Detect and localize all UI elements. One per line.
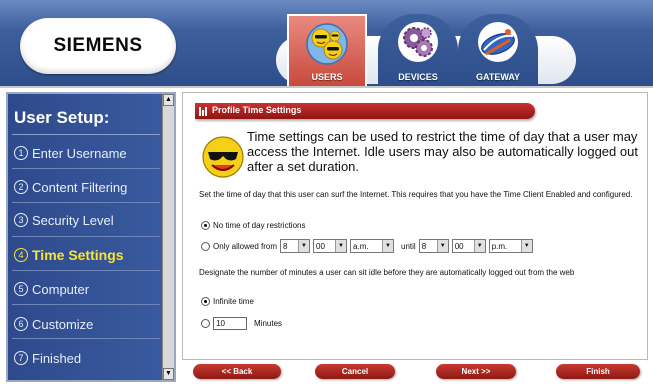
- radio-only-allowed[interactable]: [201, 241, 210, 251]
- step-number: 6: [14, 317, 28, 331]
- idle-minutes-row: 10 Minutes: [201, 317, 282, 330]
- intro-text: Time settings can be used to restrict th…: [247, 129, 638, 174]
- section-title: Profile Time Settings: [212, 105, 302, 115]
- step-customize[interactable]: 6 Customize: [14, 313, 164, 335]
- step-label: Enter Username: [32, 145, 127, 161]
- sidebar-scrollbar[interactable]: ▲ ▼: [162, 94, 174, 380]
- intro-block: Time settings can be used to restrict th…: [199, 129, 645, 179]
- select-value: p.m.: [491, 241, 508, 251]
- step-computer[interactable]: 5 Computer: [14, 278, 164, 300]
- step-content-filtering[interactable]: 2 Content Filtering: [14, 176, 164, 198]
- step-number: 1: [14, 146, 28, 160]
- time-description: Set the time of day that this user can s…: [199, 190, 633, 199]
- tab-devices-label: DEVICES: [398, 72, 438, 82]
- users-smileys-icon: [306, 23, 348, 65]
- step-label: Finished: [32, 350, 82, 366]
- gateway-router-icon: [478, 22, 518, 62]
- app-header: SIEMENS USERS DEVICES GATEWAY: [0, 0, 653, 88]
- chevron-down-icon: ▼: [520, 240, 532, 252]
- step-number: 3: [14, 213, 28, 227]
- tab-gateway[interactable]: GATEWAY: [458, 14, 538, 86]
- step-number: 2: [14, 180, 28, 194]
- step-finished[interactable]: 7 Finished: [14, 347, 164, 369]
- step-label: Computer: [32, 281, 90, 297]
- step-number: 5: [14, 282, 28, 296]
- back-button[interactable]: << Back: [193, 364, 281, 379]
- step-security-level[interactable]: 3 Security Level: [14, 209, 164, 231]
- radio-infinite-time[interactable]: [201, 297, 210, 306]
- from-minute-select[interactable]: 00 ▼: [313, 239, 348, 253]
- radio-idle-minutes[interactable]: [201, 319, 210, 328]
- step-label: Customize: [32, 316, 94, 332]
- divider: [12, 168, 160, 169]
- main-panel: Profile Time Settings Time settings can …: [182, 92, 648, 360]
- step-number: 7: [14, 351, 28, 365]
- step-label: Content Filtering: [32, 179, 128, 195]
- radio-label: No time of day restrictions: [213, 221, 306, 230]
- to-hour-select[interactable]: 8 ▼: [418, 239, 449, 253]
- sidebar-title: User Setup:: [14, 108, 110, 127]
- step-time-settings[interactable]: 4 Time Settings: [14, 244, 164, 266]
- siemens-logo: SIEMENS: [20, 18, 176, 74]
- tab-devices[interactable]: DEVICES: [378, 14, 458, 86]
- no-restriction-row: No time of day restrictions: [201, 221, 305, 230]
- logo-text: SIEMENS: [53, 35, 143, 56]
- step-number: 4: [14, 248, 28, 262]
- devices-gears-icon: [398, 22, 438, 62]
- section-bars-icon: [199, 107, 209, 116]
- divider: [12, 236, 160, 237]
- tab-gateway-label: GATEWAY: [475, 72, 520, 82]
- select-value: 00: [454, 241, 464, 251]
- select-value: 8: [421, 241, 427, 251]
- until-label: until: [401, 241, 416, 251]
- select-value: 00: [316, 241, 325, 251]
- chevron-down-icon: ▼: [335, 240, 347, 252]
- radio-no-restrictions[interactable]: [201, 221, 210, 230]
- next-button[interactable]: Next >>: [436, 364, 516, 379]
- step-enter-username[interactable]: 1 Enter Username: [14, 142, 164, 164]
- tab-users[interactable]: USERS: [287, 14, 367, 86]
- chevron-down-icon: ▼: [298, 240, 310, 252]
- tab-users-label: USERS: [311, 72, 343, 82]
- wizard-sidebar: User Setup: 1 Enter Username 2 Content F…: [6, 92, 176, 382]
- select-value: a.m.: [353, 241, 369, 251]
- to-minute-select[interactable]: 00 ▼: [451, 239, 486, 253]
- step-label: Time Settings: [32, 247, 124, 263]
- chevron-down-icon: ▼: [382, 240, 394, 252]
- from-ampm-select[interactable]: a.m. ▼: [350, 239, 395, 253]
- infinite-time-row: Infinite time: [201, 297, 254, 306]
- scroll-up-arrow[interactable]: ▲: [163, 94, 174, 106]
- to-ampm-select[interactable]: p.m. ▼: [488, 239, 533, 253]
- chevron-down-icon: ▼: [473, 240, 485, 252]
- step-label: Security Level: [32, 212, 114, 228]
- select-value: 8: [283, 241, 288, 251]
- cool-smiley-icon: [202, 136, 244, 178]
- idle-description: Designate the number of minutes a user c…: [199, 268, 575, 277]
- radio-label: Infinite time: [213, 297, 254, 306]
- divider: [12, 270, 160, 271]
- divider: [12, 304, 160, 305]
- chevron-down-icon: ▼: [436, 240, 448, 252]
- scroll-down-arrow[interactable]: ▼: [163, 368, 174, 380]
- finish-button[interactable]: Finish: [556, 364, 640, 379]
- cancel-button[interactable]: Cancel: [315, 364, 395, 379]
- idle-minutes-input[interactable]: 10: [213, 317, 247, 330]
- section-header-bar: Profile Time Settings: [195, 103, 535, 119]
- divider: [12, 202, 160, 203]
- time-range-row: Only allowed from 8 ▼ 00 ▼ a.m. ▼ until …: [201, 239, 533, 253]
- divider: [12, 338, 160, 339]
- divider: [12, 134, 160, 135]
- minutes-label: Minutes: [254, 319, 283, 328]
- from-hour-select[interactable]: 8 ▼: [280, 239, 311, 253]
- radio-label: Only allowed from: [213, 241, 278, 251]
